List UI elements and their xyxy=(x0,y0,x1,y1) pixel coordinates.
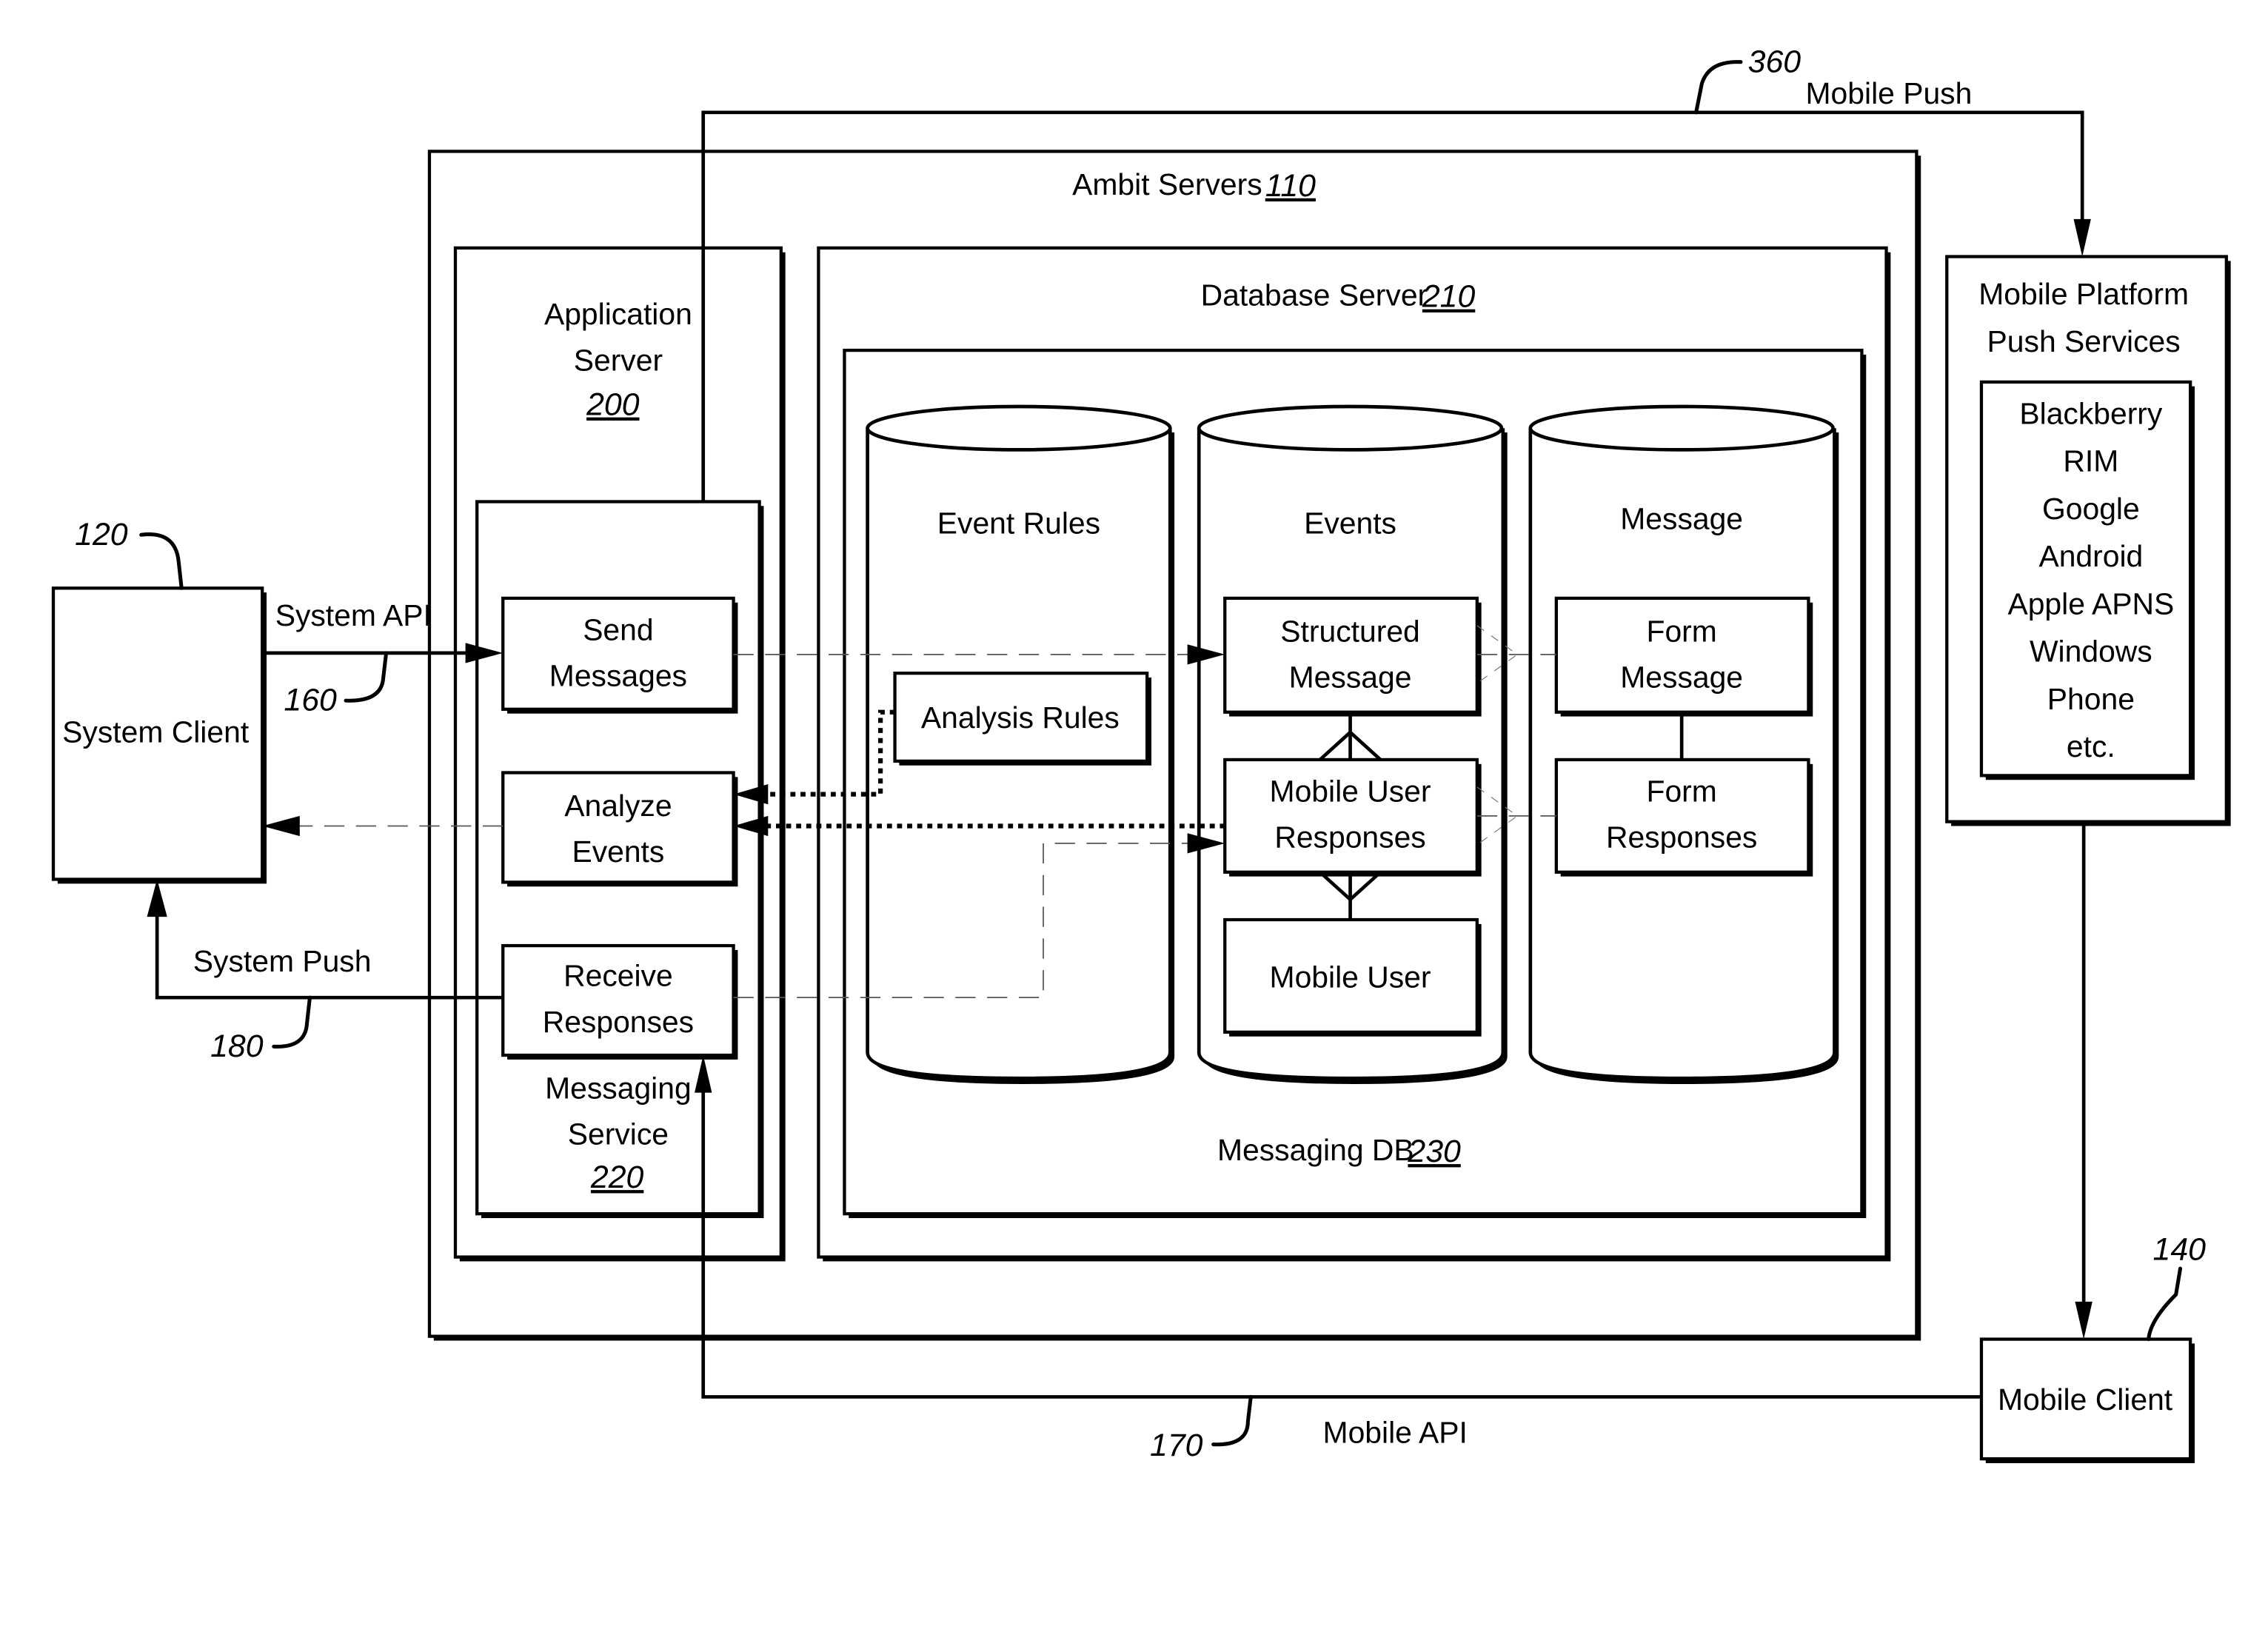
push-service-item: Apple APNS xyxy=(2007,586,2174,621)
send-messages-box: Send Messages xyxy=(501,596,738,714)
receive-responses-box: Receive Responses xyxy=(501,943,738,1060)
system-push-ref: 180 xyxy=(210,1029,264,1064)
database-server-ref: 210 xyxy=(1422,279,1476,315)
form-responses-label-1: Form xyxy=(1647,774,1717,808)
mobile-user-label: Mobile User xyxy=(1270,960,1431,994)
mobile-api-ref: 170 xyxy=(1150,1428,1203,1463)
structured-message-label-2: Message xyxy=(1289,661,1412,695)
push-service-item: Phone xyxy=(2047,682,2135,716)
messaging-service-ref: 220 xyxy=(590,1160,644,1195)
system-push-label: System Push xyxy=(193,944,372,978)
system-api-label: System API xyxy=(275,598,432,632)
analysis-rules-box: Analysis Rules xyxy=(893,672,1151,766)
push-service-item: RIM xyxy=(2063,444,2118,478)
mobile-user-responses-label-1: Mobile User xyxy=(1270,774,1431,808)
send-messages-label-1: Send xyxy=(583,612,653,646)
push-service-item: Blackberry xyxy=(2019,396,2163,430)
analysis-rules-label: Analysis Rules xyxy=(921,700,1120,735)
push-service-item: Google xyxy=(2042,492,2140,526)
mobile-client-ref: 140 xyxy=(2153,1231,2207,1267)
mobile-push-ref: 360 xyxy=(1748,44,1802,79)
ambit-servers-label: Ambit Servers xyxy=(1072,167,1262,201)
message-label: Message xyxy=(1620,501,1743,535)
mobile-client-label: Mobile Client xyxy=(1998,1382,2173,1417)
messaging-service-label-2: Service xyxy=(568,1117,669,1151)
mobile-platform-label-1: Mobile Platform xyxy=(1978,277,2189,311)
mobile-client-ref-leader xyxy=(2147,1266,2183,1342)
system-client-ref-leader xyxy=(139,532,184,590)
form-responses-label-2: Responses xyxy=(1606,820,1757,855)
system-client-label: System Client xyxy=(62,715,250,749)
system-client-box: System Client xyxy=(51,586,267,884)
analyze-events-label-1: Analyze xyxy=(564,789,672,823)
messaging-db-ref: 230 xyxy=(1407,1134,1461,1169)
message-cylinder: Message xyxy=(1528,404,1839,1084)
application-server-label-1: Application xyxy=(544,297,692,331)
push-service-item: etc. xyxy=(2067,729,2115,763)
form-message-label-1: Form xyxy=(1647,614,1717,648)
mobile-user-box: Mobile User xyxy=(1223,917,1482,1037)
mobile-platform-label-2: Push Services xyxy=(1987,324,2181,358)
ambit-servers-ref: 110 xyxy=(1265,168,1316,204)
messaging-service-label-1: Messaging xyxy=(545,1071,692,1105)
platform-to-mobile-client-connection xyxy=(2075,821,2093,1340)
push-service-item: Windows xyxy=(2030,635,2152,669)
messaging-db-label: Messaging DB xyxy=(1217,1133,1414,1167)
form-responses-box: Form Responses xyxy=(1554,758,1813,877)
mobile-user-responses-label-2: Responses xyxy=(1274,820,1425,855)
analyze-events-box: Analyze Events xyxy=(501,771,738,887)
database-server-label: Database Server xyxy=(1201,278,1428,312)
receive-responses-label-2: Responses xyxy=(543,1005,694,1039)
mobile-user-responses-box: Mobile User Responses xyxy=(1223,758,1482,877)
application-server-ref: 200 xyxy=(586,387,640,423)
architecture-diagram: Ambit Servers 110 Application Server 200… xyxy=(51,44,2231,1463)
analyze-events-label-2: Events xyxy=(572,835,664,869)
mobile-client-box: Mobile Client xyxy=(1979,1337,2195,1463)
structured-message-label-1: Structured xyxy=(1280,614,1419,648)
system-api-ref: 160 xyxy=(284,683,337,718)
mobile-api-label: Mobile API xyxy=(1323,1416,1468,1450)
events-label: Events xyxy=(1304,506,1396,540)
mobile-push-label: Mobile Push xyxy=(1806,76,1973,110)
push-services-list-box: Blackberry RIM Google Android Apple APNS Wind… xyxy=(1979,380,2195,780)
push-service-item: Android xyxy=(2038,539,2143,573)
application-server-label-2: Server xyxy=(574,343,663,377)
form-message-label-2: Message xyxy=(1620,661,1743,695)
event-rules-label: Event Rules xyxy=(937,506,1100,540)
send-messages-label-2: Messages xyxy=(549,659,687,693)
form-message-box: Form Message xyxy=(1554,596,1813,717)
system-client-ref: 120 xyxy=(75,517,128,552)
structured-message-box: Structured Message xyxy=(1223,596,1482,717)
receive-responses-label-1: Receive xyxy=(563,959,673,993)
